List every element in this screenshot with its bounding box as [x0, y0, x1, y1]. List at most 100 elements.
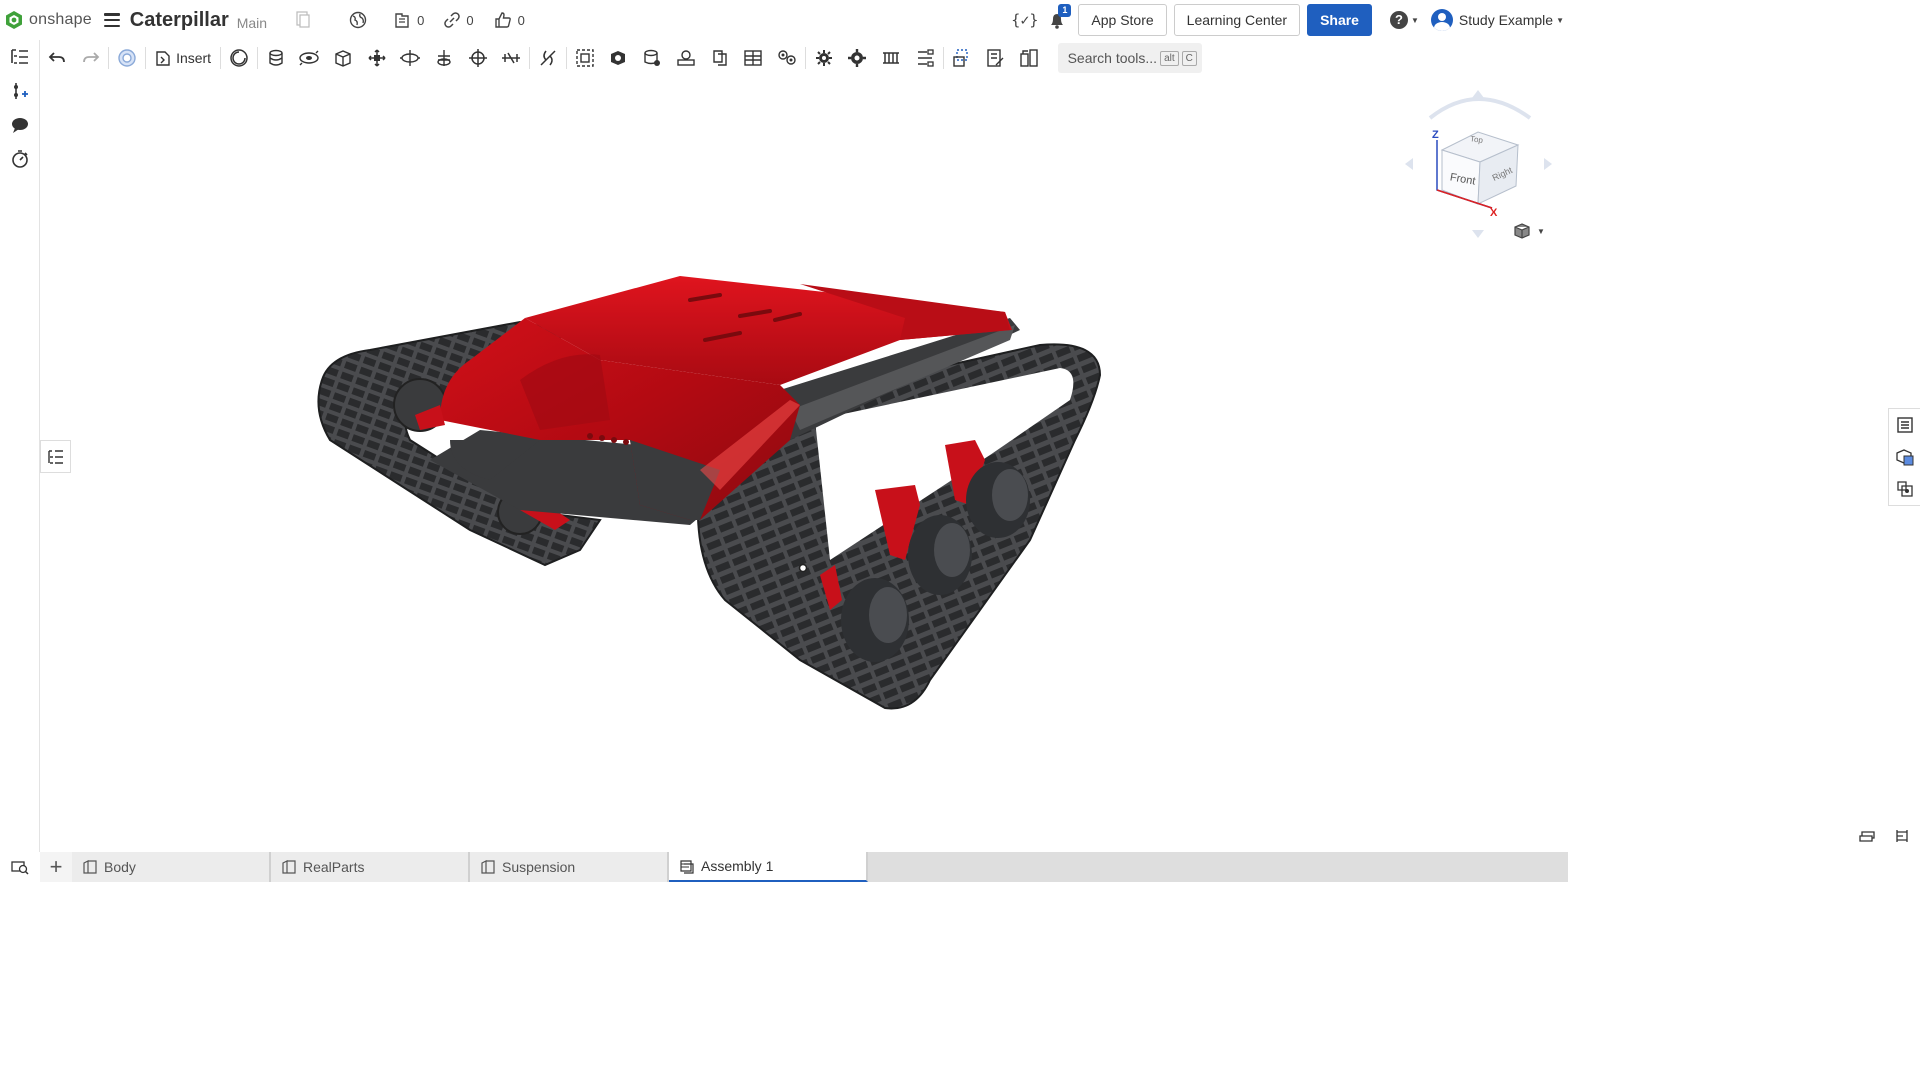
- links-indicator[interactable]: 0: [444, 12, 474, 28]
- avatar: [1430, 9, 1453, 31]
- insert-label: Insert: [176, 50, 212, 66]
- rollback-icon[interactable]: [110, 43, 144, 73]
- link-icon: [444, 12, 461, 28]
- toolbar-divider: [108, 47, 110, 69]
- mass-properties-icon[interactable]: [1012, 43, 1046, 73]
- public-globe-icon[interactable]: [349, 11, 367, 29]
- road-wheel[interactable]: [908, 515, 972, 595]
- comments-icon[interactable]: [0, 108, 40, 142]
- gear-icon[interactable]: [807, 43, 841, 73]
- bom-icon[interactable]: [1889, 409, 1920, 441]
- feature-tree-toggle[interactable]: [40, 440, 71, 473]
- menu-icon[interactable]: [103, 13, 120, 27]
- performance-timer-icon[interactable]: [0, 142, 40, 176]
- document-properties-icon[interactable]: [295, 11, 311, 29]
- toolbar-divider: [256, 47, 258, 69]
- toolbar-divider: [942, 47, 944, 69]
- group-icon[interactable]: [568, 43, 602, 73]
- section-view-icon[interactable]: [945, 43, 979, 73]
- ball-mate-icon[interactable]: [461, 43, 495, 73]
- screw-relation-icon[interactable]: [703, 43, 737, 73]
- tab-label: Body: [104, 859, 136, 875]
- viewport-status-icons: [1858, 828, 1910, 844]
- tab-label: Assembly 1: [701, 858, 774, 874]
- help-icon[interactable]: ?: [1389, 11, 1408, 29]
- search-tools-label: Search tools...: [1067, 50, 1158, 66]
- notification-badge: 1: [1058, 4, 1072, 17]
- versions-indicator[interactable]: 0: [393, 11, 424, 29]
- user-name: Study Example: [1458, 12, 1554, 28]
- insert-button[interactable]: Insert: [147, 43, 219, 73]
- cube-view-icon: [1514, 223, 1530, 239]
- assembly-toolbar: Insert Search tools... alt C: [40, 40, 1568, 76]
- add-tab-button[interactable]: +: [40, 852, 72, 882]
- cylindrical-mate-icon[interactable]: [394, 43, 428, 73]
- axis-z-label: Z: [1432, 129, 1439, 141]
- replicate-icon[interactable]: [222, 43, 256, 73]
- gear-relation-icon[interactable]: [635, 43, 669, 73]
- onshape-logo[interactable]: onshape: [4, 10, 92, 30]
- shortcut-key-c: C: [1181, 50, 1197, 66]
- toolbar-divider: [804, 47, 806, 69]
- tangent-mate-icon[interactable]: [531, 43, 565, 73]
- likes-count: 0: [517, 12, 525, 28]
- appearance-panel-icon[interactable]: [1889, 441, 1920, 473]
- fastened-mate-icon[interactable]: [259, 43, 293, 73]
- units-icon[interactable]: [1894, 828, 1910, 844]
- notifications-button[interactable]: 1: [1048, 4, 1072, 30]
- tab-label: RealParts: [303, 859, 365, 875]
- part-studio-icon: [481, 860, 495, 874]
- search-tools-input[interactable]: Search tools... alt C: [1057, 43, 1202, 73]
- tab-body[interactable]: Body: [72, 852, 271, 882]
- toolbar-divider: [220, 47, 222, 69]
- part-studio-icon: [83, 860, 97, 874]
- onshape-logo-icon: [6, 11, 22, 29]
- app-store-button[interactable]: App Store: [1078, 4, 1167, 36]
- road-wheel[interactable]: [966, 462, 1030, 538]
- sprocket-icon[interactable]: [840, 43, 874, 73]
- tab-bar: + Body RealParts Suspension Assembly 1: [0, 852, 1568, 882]
- variables-icon[interactable]: {✓}: [1011, 11, 1038, 29]
- parallel-mate-icon[interactable]: [495, 43, 529, 73]
- linear-relation-icon[interactable]: [736, 43, 770, 73]
- learning-center-button[interactable]: Learning Center: [1173, 4, 1301, 36]
- caterpillar-model[interactable]: [41, 76, 1568, 852]
- tab-assembly-1[interactable]: Assembly 1: [669, 852, 868, 882]
- share-button[interactable]: Share: [1307, 4, 1372, 36]
- road-wheel[interactable]: [841, 578, 909, 662]
- assembly-pattern-icon[interactable]: [908, 43, 942, 73]
- branch-label[interactable]: Main: [237, 15, 267, 31]
- revolute-mate-icon[interactable]: [292, 43, 326, 73]
- explode-icon[interactable]: [770, 43, 804, 73]
- help-caret-icon[interactable]: ▼: [1411, 16, 1419, 25]
- thumbs-up-icon: [494, 12, 511, 28]
- slider-mate-icon[interactable]: [326, 43, 360, 73]
- document-title[interactable]: Caterpillar: [130, 9, 229, 32]
- insert-mate-icon[interactable]: [0, 74, 40, 108]
- pin-slot-mate-icon[interactable]: [427, 43, 461, 73]
- mate-connector-icon[interactable]: [602, 43, 636, 73]
- assembly-icon: [680, 860, 694, 874]
- insert-icon: [156, 51, 170, 66]
- feature-list-icon[interactable]: [0, 40, 40, 74]
- graphics-viewport[interactable]: Front Right Top Z X ▼: [41, 76, 1568, 852]
- axis-x-label: X: [1490, 207, 1498, 219]
- tab-manager-icon: [11, 861, 29, 875]
- measure-icon[interactable]: [978, 43, 1012, 73]
- likes-indicator[interactable]: 0: [494, 11, 525, 29]
- tab-manager-button[interactable]: [0, 852, 40, 882]
- configurations-icon[interactable]: [1889, 473, 1920, 505]
- rack-pinion-icon[interactable]: [669, 43, 703, 73]
- chain-track-icon[interactable]: [874, 43, 908, 73]
- undo-icon[interactable]: [40, 43, 74, 73]
- view-options-menu[interactable]: ▼: [1513, 222, 1545, 240]
- redo-icon[interactable]: [74, 43, 108, 73]
- top-header: onshape Caterpillar Main 0 0 0 {✓} 1 App…: [0, 0, 1568, 40]
- toolbar-divider: [145, 47, 147, 69]
- tab-realparts[interactable]: RealParts: [271, 852, 470, 882]
- planar-mate-icon[interactable]: [360, 43, 394, 73]
- render-mode-icon[interactable]: [1858, 828, 1876, 844]
- tab-suspension[interactable]: Suspension: [470, 852, 669, 882]
- user-menu[interactable]: Study Example ▼: [1430, 9, 1564, 31]
- versions-count: 0: [417, 12, 425, 28]
